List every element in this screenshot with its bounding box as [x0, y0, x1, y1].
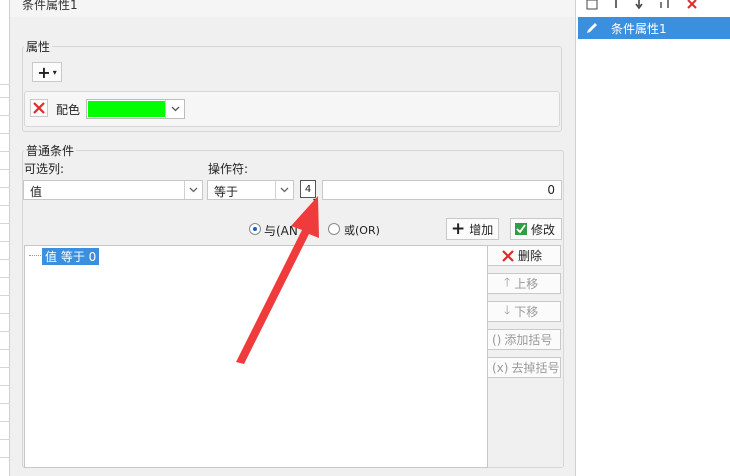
- operator-label: 操作符:: [208, 162, 249, 176]
- condition-tree[interactable]: 值 等于 0: [24, 245, 488, 468]
- and-radio[interactable]: [249, 223, 261, 235]
- move-down-button[interactable]: 🡓 下移: [487, 301, 561, 322]
- move-down-label: 下移: [514, 305, 539, 319]
- close-icon: [502, 249, 514, 262]
- arrow-down-icon: 🡓: [504, 303, 511, 317]
- dialog-title-bar: [10, 0, 575, 17]
- add-condition-label: 增加: [469, 222, 494, 237]
- edit-icon: [587, 23, 597, 33]
- move-up-label: 上移: [514, 277, 539, 291]
- condition-attribute-dialog: 条件属性1 属性 + ▾ 配色 普通条件 可选列: 操作符: 值 等于 4 ▾ …: [10, 0, 575, 476]
- attributes-legend: 属性: [24, 38, 53, 55]
- add-bracket-button[interactable]: () 添加括号: [487, 329, 561, 350]
- condition-list-item-selected[interactable]: 条件属性1: [578, 17, 730, 39]
- chevron-down-icon: [184, 181, 202, 199]
- close-icon: [33, 102, 45, 114]
- tree-connector: [29, 255, 41, 256]
- condition-list-item-label: 条件属性1: [611, 22, 667, 36]
- condition-value-input[interactable]: 0: [322, 180, 562, 200]
- column-select[interactable]: 值: [23, 180, 203, 200]
- color-swatch: [88, 101, 165, 117]
- bracket-icon: (): [492, 332, 502, 347]
- conditions-legend: 普通条件: [24, 142, 77, 159]
- color-label: 配色: [56, 103, 81, 117]
- arrow-up-icon: 🡑: [504, 275, 511, 289]
- remove-bracket-button[interactable]: (x) 去掉括号: [487, 357, 561, 378]
- operator-select-value: 等于: [214, 185, 239, 199]
- condition-value-text: 0: [547, 183, 555, 197]
- delete-condition-button[interactable]: 删除: [487, 245, 561, 266]
- chevron-down-icon: [275, 181, 293, 199]
- condition-list-panel: 条件属性1: [575, 0, 730, 476]
- operator-select[interactable]: 等于: [207, 180, 294, 200]
- modify-icon: [515, 223, 527, 235]
- parameter-type-icon: 4: [304, 183, 312, 195]
- or-radio[interactable]: [328, 223, 340, 235]
- or-label: 或(OR): [344, 224, 380, 237]
- move-up-button[interactable]: 🡑 上移: [487, 273, 561, 294]
- column-select-value: 值: [30, 185, 43, 199]
- color-picker[interactable]: [86, 99, 185, 119]
- remove-bracket-icon: (x): [492, 360, 509, 375]
- modify-condition-label: 修改: [531, 222, 556, 237]
- remove-attribute-button[interactable]: [30, 99, 48, 117]
- chevron-down-icon: ▾: [52, 67, 57, 77]
- dialog-title: 条件属性1: [22, 0, 78, 12]
- add-condition-button[interactable]: + 增加: [446, 218, 499, 240]
- plus-icon: +: [451, 219, 466, 239]
- plus-icon: +: [37, 62, 51, 82]
- modify-condition-button[interactable]: 修改: [510, 218, 562, 240]
- remove-bracket-label: 去掉括号: [511, 361, 560, 375]
- sheet-edge: [0, 0, 10, 476]
- column-label: 可选列:: [24, 162, 65, 176]
- add-attribute-button[interactable]: + ▾: [32, 62, 62, 82]
- add-bracket-label: 添加括号: [504, 333, 553, 347]
- chevron-down-icon: ▾: [313, 196, 318, 205]
- and-label: 与(AND): [264, 224, 298, 238]
- panel-toolbar: [576, 0, 730, 12]
- condition-tree-item[interactable]: 值 等于 0: [42, 248, 100, 265]
- chevron-down-icon: [165, 100, 184, 118]
- delete-condition-label: 删除: [518, 249, 543, 263]
